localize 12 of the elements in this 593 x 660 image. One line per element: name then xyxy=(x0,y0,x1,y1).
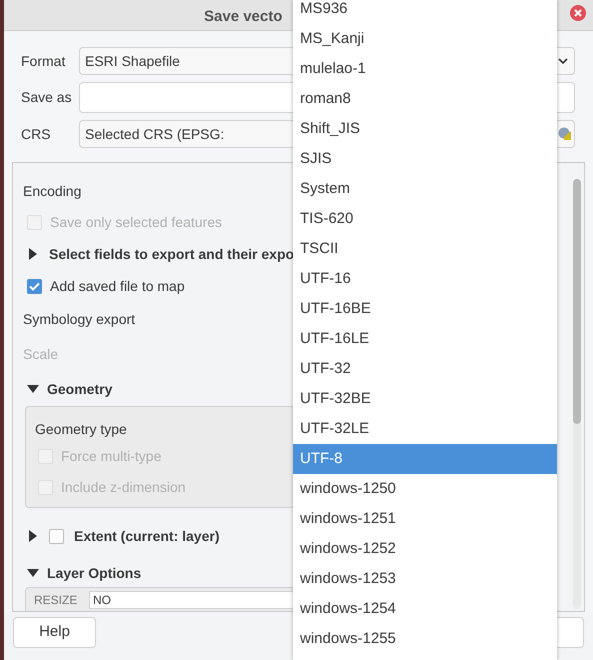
checkbox-label: Force multi-type xyxy=(61,447,162,466)
option-label: Symbology export xyxy=(23,310,136,329)
option-key: RESIZE xyxy=(34,591,89,609)
checkbox-label: Save only selected features xyxy=(50,212,222,232)
field-label: Save as xyxy=(21,88,73,107)
window-title: Save vecto xyxy=(204,7,282,27)
field-label: Format xyxy=(21,52,66,70)
checkbox-label: Include z-dimension xyxy=(61,478,186,497)
option-label: Scale xyxy=(23,344,58,364)
checkbox-label: Add saved file to map xyxy=(50,276,185,296)
field-label: CRS xyxy=(21,124,52,144)
option-label: Encoding xyxy=(23,182,82,201)
